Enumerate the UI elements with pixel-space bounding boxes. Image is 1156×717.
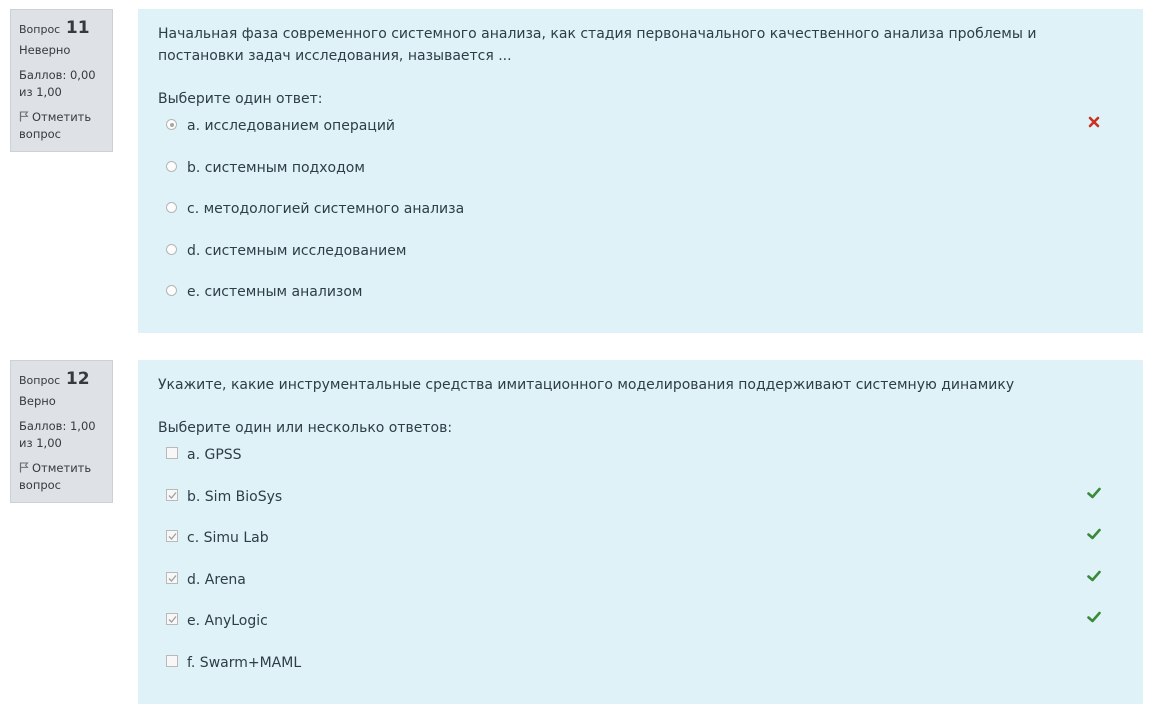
answer-prompt: Выберите один ответ:	[158, 91, 323, 107]
answer-radio[interactable]	[166, 243, 177, 255]
answer-checkbox[interactable]	[166, 530, 178, 542]
answer-label[interactable]: e. AnyLogic	[187, 612, 268, 630]
answer-checkbox[interactable]	[166, 571, 178, 584]
answer-label[interactable]: c. Simu Lab	[187, 529, 269, 547]
answer-label[interactable]: c. методологией системного анализа	[187, 200, 464, 218]
question-number-line: Вопрос 11	[19, 18, 104, 40]
answer-list: a. исследованием операций b. системным п…	[158, 115, 1123, 323]
flag-question-link[interactable]: Отметить вопрос	[19, 109, 104, 143]
answer-checkbox[interactable]	[166, 488, 178, 501]
answer-radio[interactable]	[166, 119, 177, 130]
question-number: 12	[65, 369, 90, 389]
answer-label[interactable]: e. системным анализом	[187, 283, 363, 301]
answer-radio[interactable]	[166, 202, 177, 213]
question-state: Верно	[19, 394, 56, 408]
answer-list: a. GPSS b. Sim BioSys c. Simu Lab d. Are…	[158, 444, 1123, 693]
question-number-line: Вопрос 12	[19, 369, 104, 391]
flag-icon	[19, 110, 29, 122]
answer-option[interactable]: b. системным подходом	[158, 157, 1123, 199]
answer-checkbox[interactable]	[166, 447, 178, 459]
answer-label[interactable]: d. Arena	[187, 571, 246, 589]
answer-label[interactable]: a. GPSS	[187, 446, 242, 464]
question-content: Укажите, какие инструментальные средства…	[138, 360, 1143, 704]
check-icon	[1087, 486, 1101, 500]
answer-label[interactable]: f. Swarm+MAML	[187, 654, 301, 672]
answer-checkbox[interactable]	[166, 654, 178, 667]
answer-option[interactable]: e. системным анализом	[158, 281, 1123, 323]
question-state: Неверно	[19, 43, 71, 57]
answer-label[interactable]: b. системным подходом	[187, 159, 365, 177]
question-info: Вопрос 12 Верно Баллов: 1,00 из 1,00 Отм…	[10, 360, 113, 503]
answer-radio[interactable]	[166, 285, 177, 296]
answer-option[interactable]: c. Simu Lab	[158, 527, 1123, 569]
question-grade: Баллов: 0,00 из 1,00	[19, 68, 96, 99]
answer-prompt: Выберите один или несколько ответов:	[158, 420, 453, 436]
check-icon	[1087, 527, 1101, 541]
answer-option[interactable]: d. системным исследованием	[158, 240, 1123, 282]
flag-icon	[19, 461, 29, 473]
answer-option[interactable]: e. AnyLogic	[158, 610, 1123, 652]
question-number: 11	[65, 18, 90, 38]
question-text: Укажите, какие инструментальные средства…	[158, 377, 1015, 393]
question-12: Вопрос 12 Верно Баллов: 1,00 из 1,00 Отм…	[0, 360, 1156, 704]
answer-radio[interactable]	[166, 160, 177, 172]
question-info: Вопрос 11 Неверно Баллов: 0,00 из 1,00 О…	[10, 9, 113, 152]
flag-question-link[interactable]: Отметить вопрос	[19, 460, 104, 494]
check-icon	[1087, 610, 1101, 624]
check-icon	[1087, 569, 1101, 583]
answer-label[interactable]: a. исследованием операций	[187, 117, 395, 135]
question-grade: Баллов: 1,00 из 1,00	[19, 419, 96, 450]
answer-option[interactable]: d. Arena	[158, 569, 1123, 611]
answer-checkbox[interactable]	[166, 613, 178, 625]
answer-label[interactable]: b. Sim BioSys	[187, 488, 282, 506]
answer-option[interactable]: b. Sim BioSys	[158, 486, 1123, 528]
question-content: Начальная фаза современного системного а…	[138, 9, 1143, 333]
question-word: Вопрос	[19, 23, 61, 36]
question-text: Начальная фаза современного системного а…	[158, 26, 1037, 64]
question-11: Вопрос 11 Неверно Баллов: 0,00 из 1,00 О…	[0, 9, 1156, 333]
cross-icon	[1087, 115, 1101, 129]
answer-option[interactable]: a. исследованием операций	[158, 115, 1123, 157]
question-word: Вопрос	[19, 374, 61, 387]
answer-label[interactable]: d. системным исследованием	[187, 242, 406, 260]
answer-option[interactable]: a. GPSS	[158, 444, 1123, 486]
flag-question-label: Отметить вопрос	[19, 461, 92, 492]
flag-question-label: Отметить вопрос	[19, 110, 92, 141]
answer-option[interactable]: c. методологией системного анализа	[158, 198, 1123, 240]
answer-option[interactable]: f. Swarm+MAML	[158, 652, 1123, 694]
